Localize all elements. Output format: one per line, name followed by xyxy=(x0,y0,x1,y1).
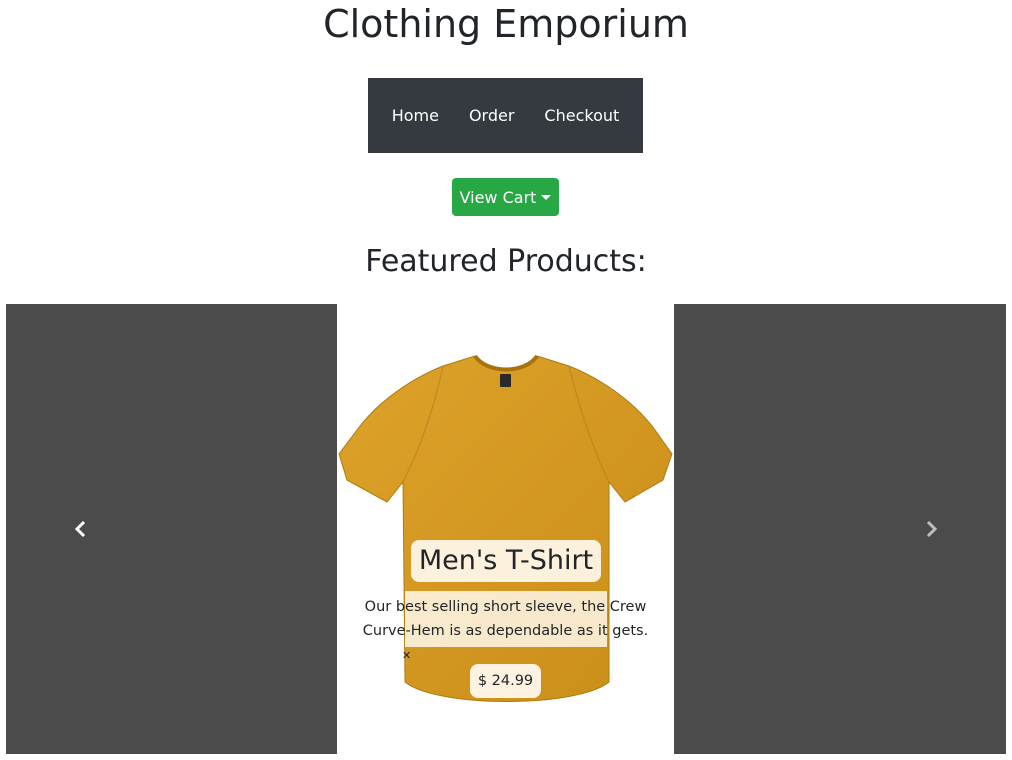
chevron-right-icon xyxy=(926,520,938,538)
close-icon: ✕ xyxy=(402,649,412,662)
view-cart-label: View Cart xyxy=(459,187,537,207)
main-navbar: Home Order Checkout xyxy=(368,78,643,153)
carousel-next-button[interactable] xyxy=(916,514,946,544)
nav-home-link[interactable]: Home xyxy=(377,106,454,125)
product-description: Our best selling short sleeve, the Crew … xyxy=(362,599,649,639)
carousel-next-panel[interactable] xyxy=(674,304,1006,754)
product-price: $ 24.99 xyxy=(470,664,541,698)
carousel-prev-button[interactable] xyxy=(66,514,96,544)
site-title: Clothing Emporium xyxy=(323,2,689,46)
carousel-slide: Men's T-Shirt Our best selling short sle… xyxy=(337,304,674,754)
nav-order-link[interactable]: Order xyxy=(454,106,529,125)
view-cart-button[interactable]: View Cart xyxy=(452,178,559,216)
product-name: Men's T-Shirt xyxy=(411,540,601,582)
caret-down-icon xyxy=(541,194,552,200)
chevron-left-icon xyxy=(74,520,86,538)
nav-checkout-link[interactable]: Checkout xyxy=(529,106,634,125)
featured-products-heading: Featured Products: xyxy=(365,244,647,279)
product-carousel: Men's T-Shirt Our best selling short sle… xyxy=(6,304,1006,754)
carousel-prev-panel[interactable] xyxy=(6,304,337,754)
